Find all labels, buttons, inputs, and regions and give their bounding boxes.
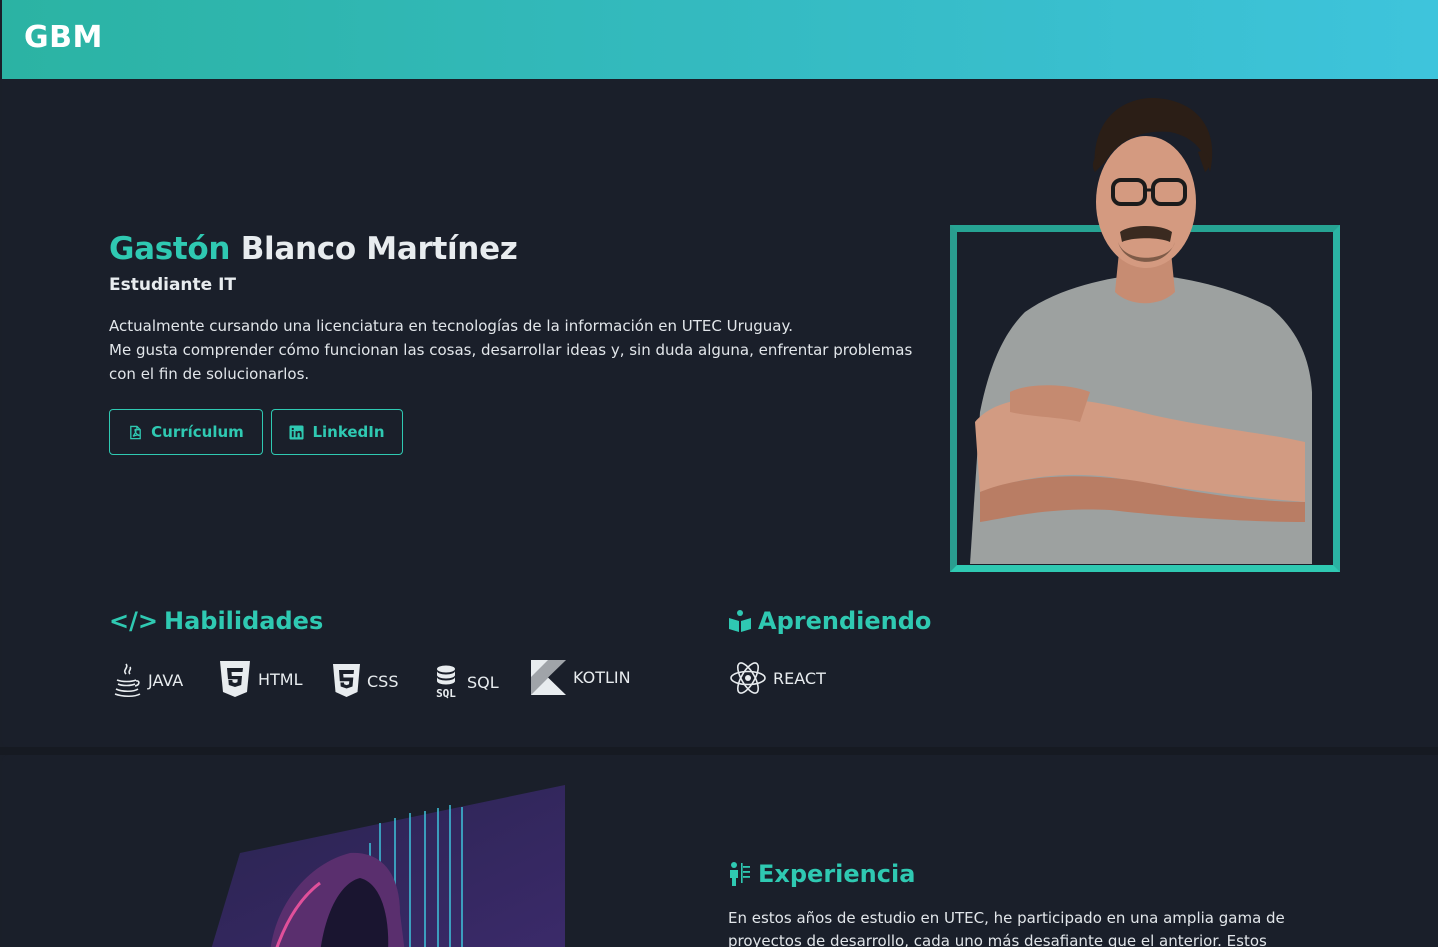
skill-label: CSS: [367, 671, 399, 691]
skill-css: CSS: [332, 663, 398, 699]
experience-description: En estos años de estudio en UTEC, he par…: [728, 909, 1285, 947]
skill-label: SQL: [467, 672, 499, 692]
brand-logo[interactable]: GBM: [24, 20, 103, 55]
profile-role: Estudiante IT: [109, 275, 237, 295]
learning-title: Aprendiendo: [758, 607, 932, 635]
skill-java: JAVA: [112, 662, 183, 698]
linkedin-button[interactable]: LinkedIn: [271, 409, 403, 455]
last-name: Blanco Martínez: [240, 231, 518, 267]
sql-icon: SQL: [436, 665, 456, 700]
skill-sql: SQL SQL: [431, 664, 499, 700]
html5-icon: [220, 661, 250, 697]
section-divider: [0, 747, 1438, 755]
experience-title: Experiencia: [758, 860, 916, 888]
learning-heading: Aprendiendo: [728, 607, 931, 635]
curriculum-label: Currículum: [151, 423, 244, 441]
linkedin-label: LinkedIn: [312, 423, 385, 441]
code-icon: </>: [109, 607, 158, 635]
profile-photo: [970, 97, 1312, 564]
bio-line: Actualmente cursando una licenciatura en…: [109, 317, 793, 335]
learning-icon: [729, 610, 751, 632]
bio-line: Me gusta comprender cómo funcionan las c…: [109, 341, 913, 383]
skill-label: HTML: [258, 669, 303, 689]
css3-icon: [333, 664, 360, 697]
profile-name: Gastón Blanco Martínez: [109, 231, 518, 267]
experience-heading: Experiencia: [728, 860, 915, 888]
experience-icon: [730, 862, 750, 886]
hacker-illustration: [211, 785, 565, 947]
skills-title: Habilidades: [163, 607, 324, 635]
skill-html: HTML: [218, 660, 303, 698]
linkedin-icon: [289, 424, 304, 440]
react-icon: [730, 662, 766, 694]
skills-heading: </> Habilidades: [109, 607, 323, 635]
first-name: Gastón: [109, 231, 231, 267]
kotlin-icon: [531, 660, 566, 695]
pdf-file-icon: [130, 425, 142, 439]
top-navbar: GBM: [2, 0, 1438, 79]
skill-label: KOTLIN: [573, 668, 631, 687]
skill-label: JAVA: [148, 670, 184, 690]
svg-text:SQL: SQL: [436, 687, 456, 700]
profile-bio: Actualmente cursando una licenciatura en…: [109, 314, 939, 386]
curriculum-button[interactable]: Currículum: [109, 409, 263, 455]
learning-react: REACT: [729, 660, 826, 696]
skill-label: REACT: [773, 668, 826, 688]
skill-kotlin: KOTLIN: [531, 660, 631, 695]
java-icon: [114, 663, 141, 698]
